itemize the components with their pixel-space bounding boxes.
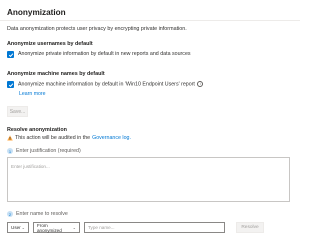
- checkbox-checked-icon[interactable]: [7, 81, 14, 88]
- checkbox-label: Anonymize machine information by default…: [18, 81, 204, 89]
- type-dropdown-value: User: [11, 225, 21, 230]
- type-dropdown[interactable]: User ⌄: [7, 222, 29, 233]
- step-label: Enter justification (required): [16, 148, 81, 154]
- section-title: Anonymization: [7, 8, 66, 17]
- warning-icon: [7, 135, 13, 141]
- step-label: Enter name to resolve: [16, 211, 68, 217]
- resolve-heading: Resolve anonymization: [7, 127, 67, 133]
- learn-more-link[interactable]: Learn more: [19, 91, 46, 97]
- checkbox-label-text: Anonymize machine information by default…: [18, 81, 195, 88]
- save-button[interactable]: Save...: [7, 106, 28, 117]
- source-dropdown-value: From anonymized: [37, 222, 62, 233]
- usernames-heading: Anonymize usernames by default: [7, 41, 93, 47]
- checkbox-label: Anonymize private information by default…: [18, 51, 191, 57]
- step-justification: 1 Enter justification (required): [7, 148, 81, 154]
- checkbox-checked-icon[interactable]: [7, 51, 14, 58]
- justification-textarea[interactable]: Enter justification...: [7, 157, 290, 202]
- machines-heading: Anonymize machine names by default: [7, 71, 105, 77]
- chevron-down-icon: ⌄: [72, 225, 76, 230]
- step-number-badge: 2: [7, 211, 13, 217]
- step-number-badge: 1: [7, 148, 13, 154]
- section-description: Data anonymization protects user privacy…: [7, 26, 187, 32]
- source-dropdown[interactable]: From anonymized ⌄: [33, 222, 80, 233]
- step-name: 2 Enter name to resolve: [7, 211, 68, 217]
- name-input[interactable]: Type name...: [84, 222, 225, 233]
- resolve-button[interactable]: Resolve: [236, 222, 264, 233]
- anonymization-panel: Anonymization Data anonymization protect…: [0, 0, 300, 244]
- anonymize-usernames-checkbox[interactable]: Anonymize private information by default…: [7, 51, 191, 58]
- governance-log-link[interactable]: Governance log.: [92, 135, 131, 141]
- audit-warning: This action will be audited in the Gover…: [7, 135, 131, 141]
- warning-text: This action will be audited in the: [15, 135, 91, 141]
- info-icon[interactable]: i: [197, 81, 204, 87]
- anonymize-machines-checkbox[interactable]: Anonymize machine information by default…: [7, 81, 204, 89]
- divider: [0, 20, 300, 21]
- chevron-down-icon: ⌄: [21, 225, 25, 230]
